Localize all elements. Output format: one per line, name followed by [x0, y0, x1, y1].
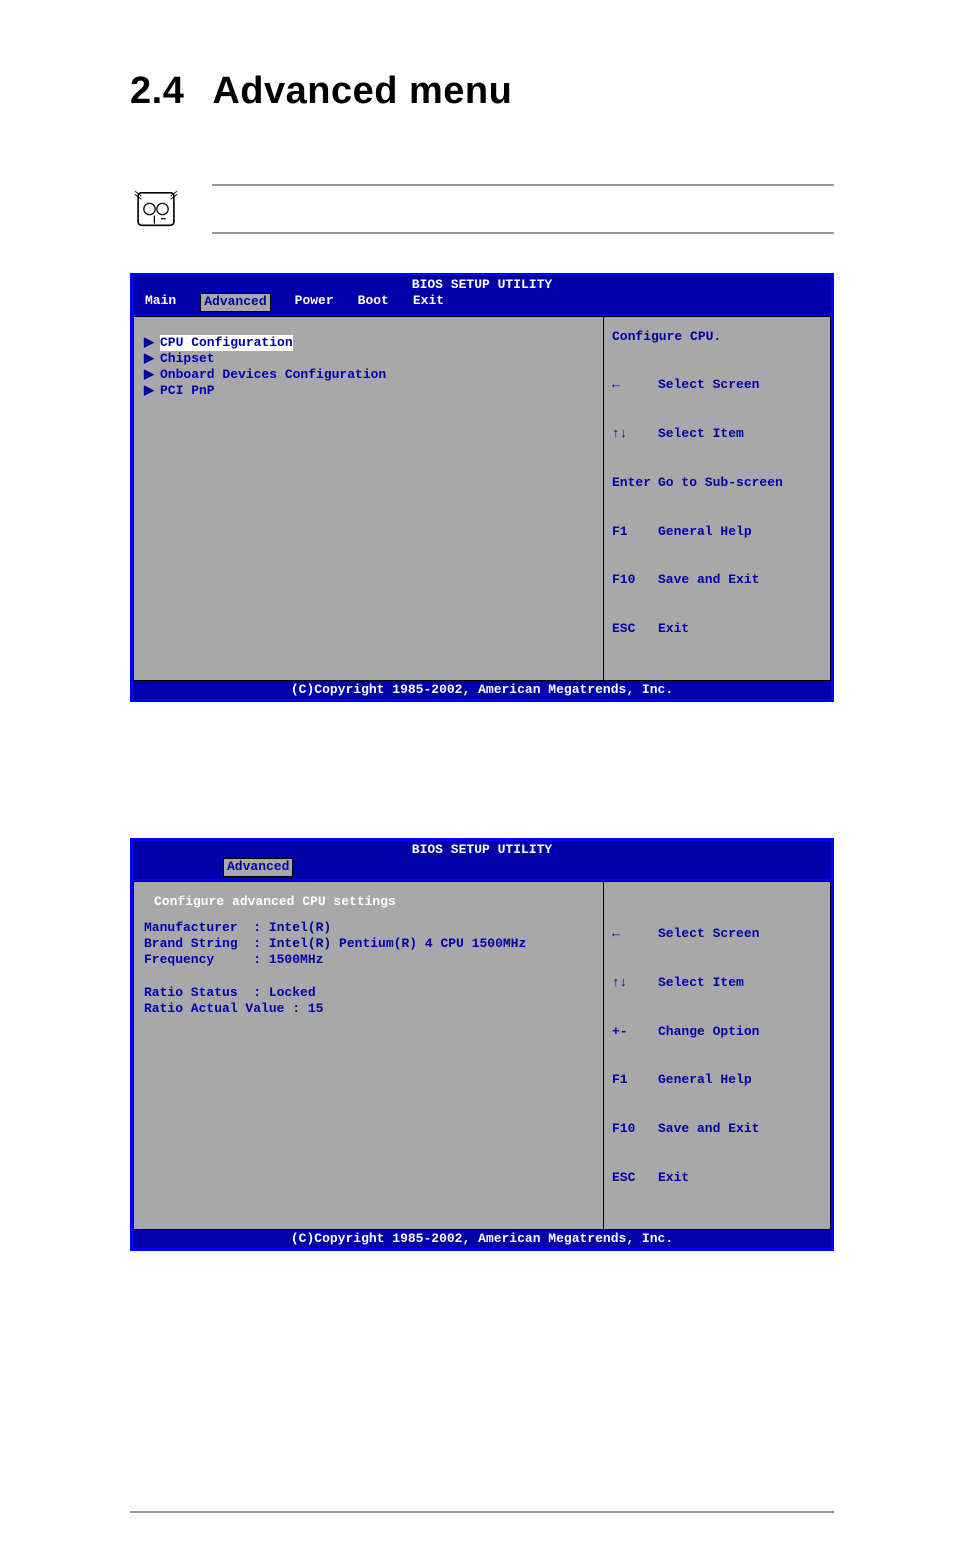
cpu-info-block: Manufacturer : Intel(R) Brand String : I…	[144, 920, 593, 1018]
divider	[212, 232, 834, 234]
menu-item-chipset[interactable]: ▶ Chipset	[144, 351, 593, 367]
key-f10: F10	[612, 572, 658, 588]
bios-copyright: (C)Copyright 1985-2002, American Megatre…	[133, 681, 831, 699]
frequency-row: Frequency : 1500MHz	[144, 952, 323, 967]
key-left-icon: ←	[612, 377, 658, 393]
tab-power[interactable]: Power	[295, 293, 334, 311]
key-legend: ←Select Screen ↑↓Select Item EnterGo to …	[612, 345, 822, 670]
divider	[212, 184, 834, 186]
tab-advanced[interactable]: Advanced	[200, 293, 270, 311]
key-f1: F1	[612, 524, 658, 540]
key-plus-minus: +-	[612, 1024, 658, 1040]
tab-advanced[interactable]: Advanced	[223, 858, 293, 876]
cpu-settings-heading: Configure advanced CPU settings	[144, 894, 593, 912]
menu-item-pci-pnp[interactable]: ▶ PCI PnP	[144, 383, 593, 399]
tab-boot[interactable]: Boot	[358, 293, 389, 311]
bios-screenshot-advanced-menu: BIOS SETUP UTILITY Main Advanced Power B…	[130, 273, 834, 702]
bios-title: BIOS SETUP UTILITY	[133, 841, 831, 858]
page-footer-divider	[130, 1511, 834, 1513]
submenu-arrow-icon: ▶	[144, 335, 156, 351]
bios-tab-bar: Advanced	[133, 858, 831, 878]
ratio-actual-row: Ratio Actual Value : 15	[144, 1001, 323, 1016]
submenu-arrow-icon: ▶	[144, 383, 156, 399]
tab-main[interactable]: Main	[145, 293, 176, 311]
section-number: 2.4	[130, 70, 184, 112]
cpu-chip-icon	[130, 183, 182, 235]
menu-item-onboard-devices[interactable]: ▶ Onboard Devices Configuration	[144, 367, 593, 383]
section-title-text: Advanced menu	[212, 70, 512, 112]
bios-tab-bar: Main Advanced Power Boot Exit	[133, 293, 831, 313]
key-f1: F1	[612, 1072, 658, 1088]
page-title: 2.4 Advanced menu	[130, 70, 834, 113]
help-text: Configure CPU.	[612, 329, 822, 345]
ratio-status-row: Ratio Status : Locked	[144, 985, 316, 1000]
key-esc: ESC	[612, 1170, 658, 1186]
key-esc: ESC	[612, 621, 658, 637]
key-updown-icon: ↑↓	[612, 975, 658, 991]
key-left-icon: ←	[612, 926, 658, 942]
bios-title: BIOS SETUP UTILITY	[133, 276, 831, 293]
bios-copyright: (C)Copyright 1985-2002, American Megatre…	[133, 1230, 831, 1248]
key-f10: F10	[612, 1121, 658, 1137]
submenu-arrow-icon: ▶	[144, 367, 156, 383]
menu-item-cpu-configuration[interactable]: ▶ CPU Configuration	[144, 335, 593, 351]
bios-screenshot-cpu-configuration: BIOS SETUP UTILITY Advanced Configure ad…	[130, 838, 834, 1251]
tab-exit[interactable]: Exit	[413, 293, 444, 311]
key-updown-icon: ↑↓	[612, 426, 658, 442]
key-legend: ←Select Screen ↑↓Select Item +-Change Op…	[612, 894, 822, 1219]
submenu-arrow-icon: ▶	[144, 351, 156, 367]
key-enter: Enter	[612, 475, 658, 491]
brand-string-row: Brand String : Intel(R) Pentium(R) 4 CPU…	[144, 936, 526, 951]
manufacturer-row: Manufacturer : Intel(R)	[144, 920, 331, 935]
